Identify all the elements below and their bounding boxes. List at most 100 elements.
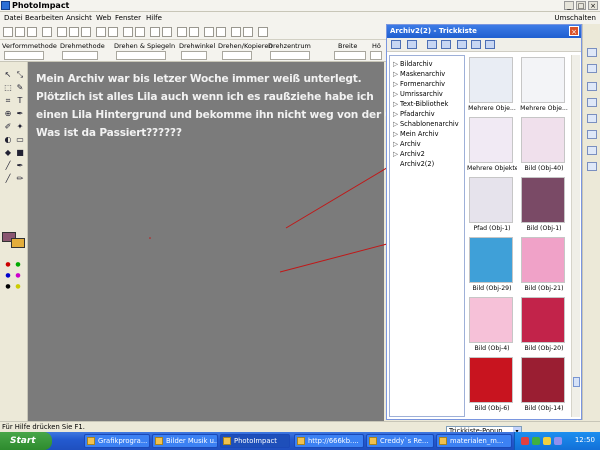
archive-tree: ▷ Bildarchiv ▷ Maskenarchiv ▷ Formenarchiv ▷ Um… <box>389 55 465 417</box>
dock-button-6-icon[interactable] <box>587 130 597 139</box>
dock-button-5-icon[interactable] <box>587 114 597 123</box>
tray-icon-4[interactable] <box>554 437 562 445</box>
tree-node[interactable]: ▷ Umrissarchiv <box>393 90 443 98</box>
dock-button-4-icon[interactable] <box>587 98 597 107</box>
trickkiste-panel: Archiv2(2) - Trickkiste × ▷ Bildarchiv ▷ Ma… <box>386 24 582 420</box>
tree-node[interactable]: ▷ Schablonenarchiv <box>393 120 459 128</box>
task-label: Grafikprogra... <box>98 437 148 445</box>
grid-scrollbar-thumb[interactable] <box>573 377 580 387</box>
task-label: materialen_m... <box>450 437 504 445</box>
tree-expand-icon[interactable]: ▷ <box>393 60 400 68</box>
tree-node[interactable]: ▷ Maskenarchiv <box>393 70 445 78</box>
task-creddys[interactable]: Creddy`s Re... <box>366 434 434 448</box>
tree-node-label: Archiv2(2) <box>400 160 435 168</box>
tray-icon-2[interactable] <box>532 437 540 445</box>
thumbnail-item[interactable]: Bild (Obj-6) <box>467 355 517 415</box>
dock-button-1-icon[interactable] <box>587 48 597 57</box>
thumbnail-label: Bild (Obj-1) <box>526 225 562 232</box>
task-label: Creddy`s Re... <box>380 437 429 445</box>
dock-button-3-icon[interactable] <box>587 82 597 91</box>
thumbnail-label: Bild (Obj-20) <box>524 345 564 352</box>
tree-node-label: Archiv <box>400 140 421 148</box>
thumbnail-image[interactable] <box>521 57 565 103</box>
tree-node[interactable]: ▷ Formenarchiv <box>393 80 445 88</box>
tree-expand-icon[interactable]: ▷ <box>393 90 400 98</box>
tree-expand-icon[interactable]: ▷ <box>393 120 400 128</box>
archive-thumbnail-grid: Mehrere Obje... Mehrere Obje... Mehrere Ob… <box>467 55 571 417</box>
tree-node[interactable]: ▷ Archiv2 <box>393 150 425 158</box>
thumbnail-image[interactable] <box>469 357 513 403</box>
archive-find-icon[interactable] <box>471 40 481 49</box>
tree-expand-icon[interactable]: ▷ <box>393 110 400 118</box>
tree-expand-icon[interactable]: ▷ <box>393 70 400 78</box>
tree-node-label: Archiv2 <box>400 150 425 158</box>
tree-node[interactable]: ▷ Mein Archiv <box>393 130 438 138</box>
task-bilder-musik[interactable]: Bilder Musik u... <box>152 434 218 448</box>
tree-node-label: Mein Archiv <box>400 130 439 138</box>
photoimpact-icon <box>223 437 231 445</box>
thumbnail-image[interactable] <box>469 57 513 103</box>
tree-expand-icon[interactable]: ▷ <box>393 130 400 138</box>
tree-expand-icon[interactable]: ▷ <box>393 100 400 108</box>
thumbnail-item[interactable]: Bild (Obj-29) <box>467 235 517 295</box>
archive-delete-icon[interactable] <box>441 40 451 49</box>
panel-title: Archiv2(2) - Trickkiste <box>387 25 581 38</box>
tree-node[interactable]: ▷ Bildarchiv <box>393 60 433 68</box>
dock-button-2-icon[interactable] <box>587 64 597 73</box>
tray-icon-1[interactable] <box>521 437 529 445</box>
thumbnail-image[interactable] <box>521 297 565 343</box>
thumbnail-item[interactable]: Bild (Obj-21) <box>519 235 569 295</box>
windows-taskbar: Start Grafikprogra... Bilder Musik u... … <box>0 432 600 450</box>
archive-menu-icon[interactable] <box>391 40 401 49</box>
panel-toolbar <box>387 38 581 52</box>
system-tray: 12:50 <box>514 432 600 450</box>
thumbnail-item[interactable]: Mehrere Obje... <box>519 55 569 115</box>
tree-expand-icon[interactable]: ▷ <box>393 140 400 148</box>
thumbnail-item[interactable]: Bild (Obj-40) <box>519 115 569 175</box>
thumbnail-item[interactable]: Bild (Obj-20) <box>519 295 569 355</box>
thumbnail-item[interactable]: Pfad (Obj-1) <box>467 175 517 235</box>
thumbnail-label: Mehrere Obje... <box>520 105 568 112</box>
task-materialen[interactable]: materialen_m... <box>436 434 512 448</box>
tree-node[interactable]: ▷ Pfadarchiv <box>393 110 435 118</box>
start-button[interactable]: Start <box>0 432 52 450</box>
tree-node-label: Text-Bibliothek <box>400 100 449 108</box>
thumbnail-image[interactable] <box>469 237 513 283</box>
tree-node[interactable]: ▷ Text-Bibliothek <box>393 100 448 108</box>
grid-scrollbar[interactable] <box>571 55 580 417</box>
thumbnail-item[interactable]: Mehrere Obje... <box>467 55 517 115</box>
tree-node[interactable]: Archiv2(2) <box>393 160 434 168</box>
thumbnail-label: Pfad (Obj-1) <box>473 225 511 232</box>
folder-icon <box>155 437 163 445</box>
tree-node[interactable]: ▷ Archiv <box>393 140 421 148</box>
archive-view-icon[interactable] <box>407 40 417 49</box>
thumbnail-label: Bild (Obj-21) <box>524 285 564 292</box>
archive-add-icon[interactable] <box>427 40 437 49</box>
tree-expand-icon[interactable]: ▷ <box>393 80 400 88</box>
thumbnail-item[interactable]: Mehrere Objekte... <box>467 115 517 175</box>
task-photoimpact[interactable]: PhotoImpact <box>220 434 290 448</box>
panel-close-icon[interactable]: × <box>569 26 579 36</box>
thumbnail-image[interactable] <box>521 177 565 223</box>
tray-icon-3[interactable] <box>543 437 551 445</box>
browser-icon <box>297 437 305 445</box>
thumbnail-image[interactable] <box>521 237 565 283</box>
task-label: http://666kb.... <box>308 437 359 445</box>
archive-export-icon[interactable] <box>485 40 495 49</box>
dock-button-8-icon[interactable] <box>587 162 597 171</box>
thumbnail-item[interactable]: Bild (Obj-1) <box>519 175 569 235</box>
thumbnail-item[interactable]: Bild (Obj-4) <box>467 295 517 355</box>
folder-icon <box>439 437 447 445</box>
tree-expand-icon[interactable]: ▷ <box>393 150 400 158</box>
archive-properties-icon[interactable] <box>457 40 467 49</box>
tree-node-label: Maskenarchiv <box>400 70 446 78</box>
task-grafikprogra[interactable]: Grafikprogra... <box>84 434 150 448</box>
task-666kb[interactable]: http://666kb.... <box>294 434 364 448</box>
dock-button-7-icon[interactable] <box>587 146 597 155</box>
thumbnail-image[interactable] <box>469 297 513 343</box>
thumbnail-image[interactable] <box>521 117 565 163</box>
thumbnail-item[interactable]: Bild (Obj-14) <box>519 355 569 415</box>
thumbnail-image[interactable] <box>469 177 513 223</box>
thumbnail-image[interactable] <box>521 357 565 403</box>
thumbnail-image[interactable] <box>469 117 513 163</box>
